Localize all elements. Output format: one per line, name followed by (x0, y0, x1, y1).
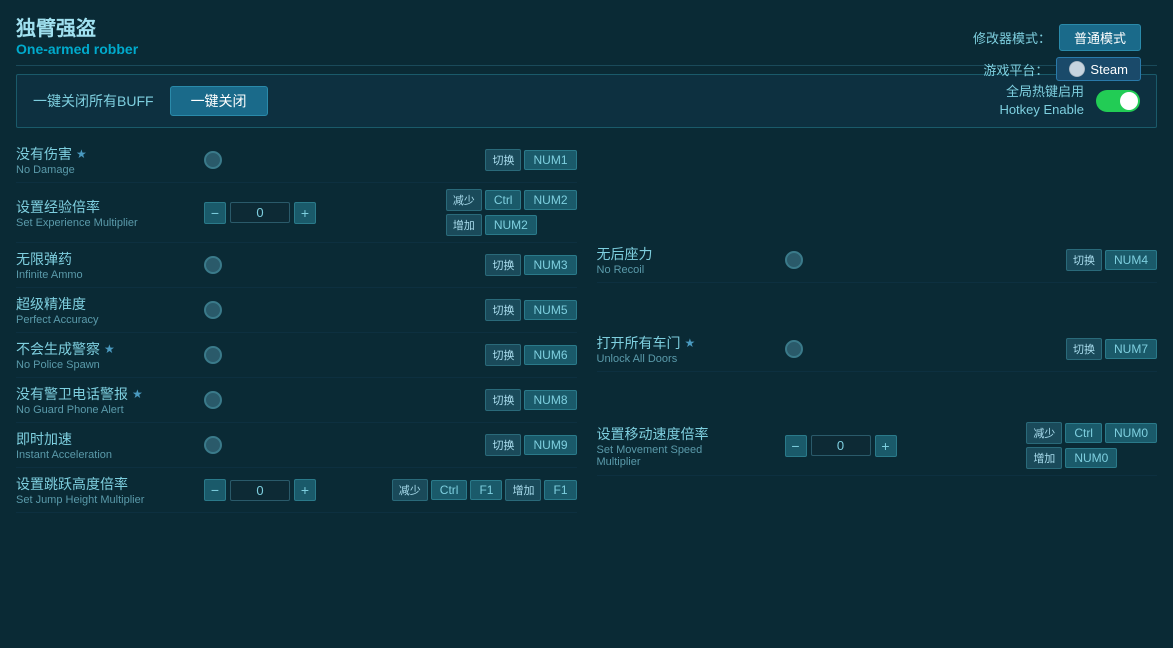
feature-move-speed: 设置移动速度倍率 Set Movement SpeedMultiplier − … (597, 416, 1158, 476)
ammo-name-cn: 无限弹药 (16, 249, 72, 269)
hotkey-label-line2: Hotkey Enable (999, 101, 1084, 119)
hotkey-toggle[interactable] (1096, 90, 1140, 112)
exp-minus-btn[interactable]: − (204, 202, 226, 224)
feature-exp-multiplier: 设置经验倍率 Set Experience Multiplier − + 减少 … (16, 183, 577, 243)
exp-plus-btn[interactable]: + (294, 202, 316, 224)
ammo-name-en: Infinite Ammo (16, 269, 196, 281)
doors-star: ★ (685, 336, 696, 350)
exp-inc-num2-key: NUM2 (485, 215, 537, 235)
accuracy-num5-key: NUM5 (524, 300, 576, 320)
hotkey-label-line1: 全局热键启用 (999, 83, 1084, 101)
speed-num0-inc-key: NUM0 (1065, 448, 1117, 468)
one-key-label: 一键关闭所有BUFF (33, 91, 154, 111)
steam-icon (1069, 61, 1085, 77)
recoil-action-key[interactable]: 切换 (1066, 249, 1102, 271)
speed-num0-dec-key: NUM0 (1105, 423, 1157, 443)
guard-name-cn: 没有警卫电话警报 (16, 384, 128, 404)
jump-value-input[interactable] (230, 480, 290, 501)
jump-minus-btn[interactable]: − (204, 479, 226, 501)
exp-name-cn: 设置经验倍率 (16, 197, 100, 217)
exp-name-en: Set Experience Multiplier (16, 217, 196, 229)
accel-name-en: Instant Acceleration (16, 449, 196, 461)
doors-action-key[interactable]: 切换 (1066, 338, 1102, 360)
no-damage-num1-key: NUM1 (524, 150, 576, 170)
accuracy-toggle[interactable] (204, 301, 222, 319)
exp-value-input[interactable] (230, 202, 290, 223)
speed-name-en: Set Movement SpeedMultiplier (597, 444, 777, 468)
exp-dec-num2-key: NUM2 (524, 190, 576, 210)
speed-value-input[interactable] (811, 435, 871, 456)
speed-plus-btn[interactable]: + (875, 435, 897, 457)
no-damage-name-en: No Damage (16, 164, 196, 176)
doors-toggle[interactable] (785, 340, 803, 358)
jump-f1-inc-key: F1 (544, 480, 576, 500)
exp-dec-action[interactable]: 减少 (446, 189, 482, 211)
feature-no-recoil: 无后座力 No Recoil 切换 NUM4 (597, 238, 1158, 283)
accel-toggle[interactable] (204, 436, 222, 454)
jump-inc-action[interactable]: 增加 (505, 479, 541, 501)
guard-name-en: No Guard Phone Alert (16, 404, 196, 416)
ammo-num3-key: NUM3 (524, 255, 576, 275)
speed-name-cn: 设置移动速度倍率 (597, 424, 709, 444)
recoil-num4-key: NUM4 (1105, 250, 1157, 270)
accel-num9-key: NUM9 (524, 435, 576, 455)
police-star: ★ (104, 342, 115, 356)
jump-ctrl-key: Ctrl (431, 480, 468, 500)
no-damage-action-key[interactable]: 切换 (485, 149, 521, 171)
feature-jump-multiplier: 设置跳跃高度倍率 Set Jump Height Multiplier − + … (16, 468, 577, 513)
speed-inc-action[interactable]: 增加 (1026, 447, 1062, 469)
no-damage-name-cn: 没有伤害 (16, 144, 72, 164)
feature-unlock-doors: 打开所有车门 ★ Unlock All Doors 切换 NUM7 (597, 327, 1158, 372)
jump-name-en: Set Jump Height Multiplier (16, 494, 196, 506)
accuracy-name-en: Perfect Accuracy (16, 314, 196, 326)
speed-dec-action[interactable]: 减少 (1026, 422, 1062, 444)
ammo-action-key[interactable]: 切换 (485, 254, 521, 276)
recoil-name-cn: 无后座力 (597, 244, 653, 264)
speed-ctrl-key: Ctrl (1065, 423, 1102, 443)
platform-label: 游戏平台： (983, 60, 1048, 79)
guard-toggle[interactable] (204, 391, 222, 409)
feature-instant-accel: 即时加速 Instant Acceleration 切换 NUM9 (16, 423, 577, 468)
mode-label: 修改器模式： (973, 28, 1051, 47)
accel-name-cn: 即时加速 (16, 429, 72, 449)
recoil-name-en: No Recoil (597, 264, 777, 276)
ammo-toggle[interactable] (204, 256, 222, 274)
guard-star: ★ (132, 387, 143, 401)
platform-button[interactable]: Steam (1056, 57, 1141, 81)
doors-name-cn: 打开所有车门 (597, 333, 681, 353)
feature-infinite-ammo: 无限弹药 Infinite Ammo 切换 NUM3 (16, 243, 577, 288)
police-name-en: No Police Spawn (16, 359, 196, 371)
feature-perfect-accuracy: 超级精准度 Perfect Accuracy 切换 NUM5 (16, 288, 577, 333)
speed-minus-btn[interactable]: − (785, 435, 807, 457)
accuracy-name-cn: 超级精准度 (16, 294, 86, 314)
no-damage-toggle[interactable] (204, 151, 222, 169)
feature-no-damage: 没有伤害 ★ No Damage 切换 NUM1 (16, 138, 577, 183)
police-toggle[interactable] (204, 346, 222, 364)
exp-ctrl-key: Ctrl (485, 190, 522, 210)
police-action-key[interactable]: 切换 (485, 344, 521, 366)
guard-num8-key: NUM8 (524, 390, 576, 410)
one-key-close-button[interactable]: 一键关闭 (170, 86, 268, 116)
accel-action-key[interactable]: 切换 (485, 434, 521, 456)
doors-num7-key: NUM7 (1105, 339, 1157, 359)
jump-name-cn: 设置跳跃高度倍率 (16, 474, 128, 494)
jump-dec-action[interactable]: 减少 (392, 479, 428, 501)
recoil-toggle[interactable] (785, 251, 803, 269)
jump-f1-dec-key: F1 (470, 480, 502, 500)
accuracy-action-key[interactable]: 切换 (485, 299, 521, 321)
guard-action-key[interactable]: 切换 (485, 389, 521, 411)
police-num6-key: NUM6 (524, 345, 576, 365)
police-name-cn: 不会生成警察 (16, 339, 100, 359)
feature-no-police: 不会生成警察 ★ No Police Spawn 切换 NUM6 (16, 333, 577, 378)
exp-inc-action[interactable]: 增加 (446, 214, 482, 236)
mode-button[interactable]: 普通模式 (1059, 24, 1141, 51)
jump-plus-btn[interactable]: + (294, 479, 316, 501)
doors-name-en: Unlock All Doors (597, 353, 777, 365)
no-damage-star: ★ (76, 147, 87, 161)
feature-no-guard-alert: 没有警卫电话警报 ★ No Guard Phone Alert 切换 NUM8 (16, 378, 577, 423)
